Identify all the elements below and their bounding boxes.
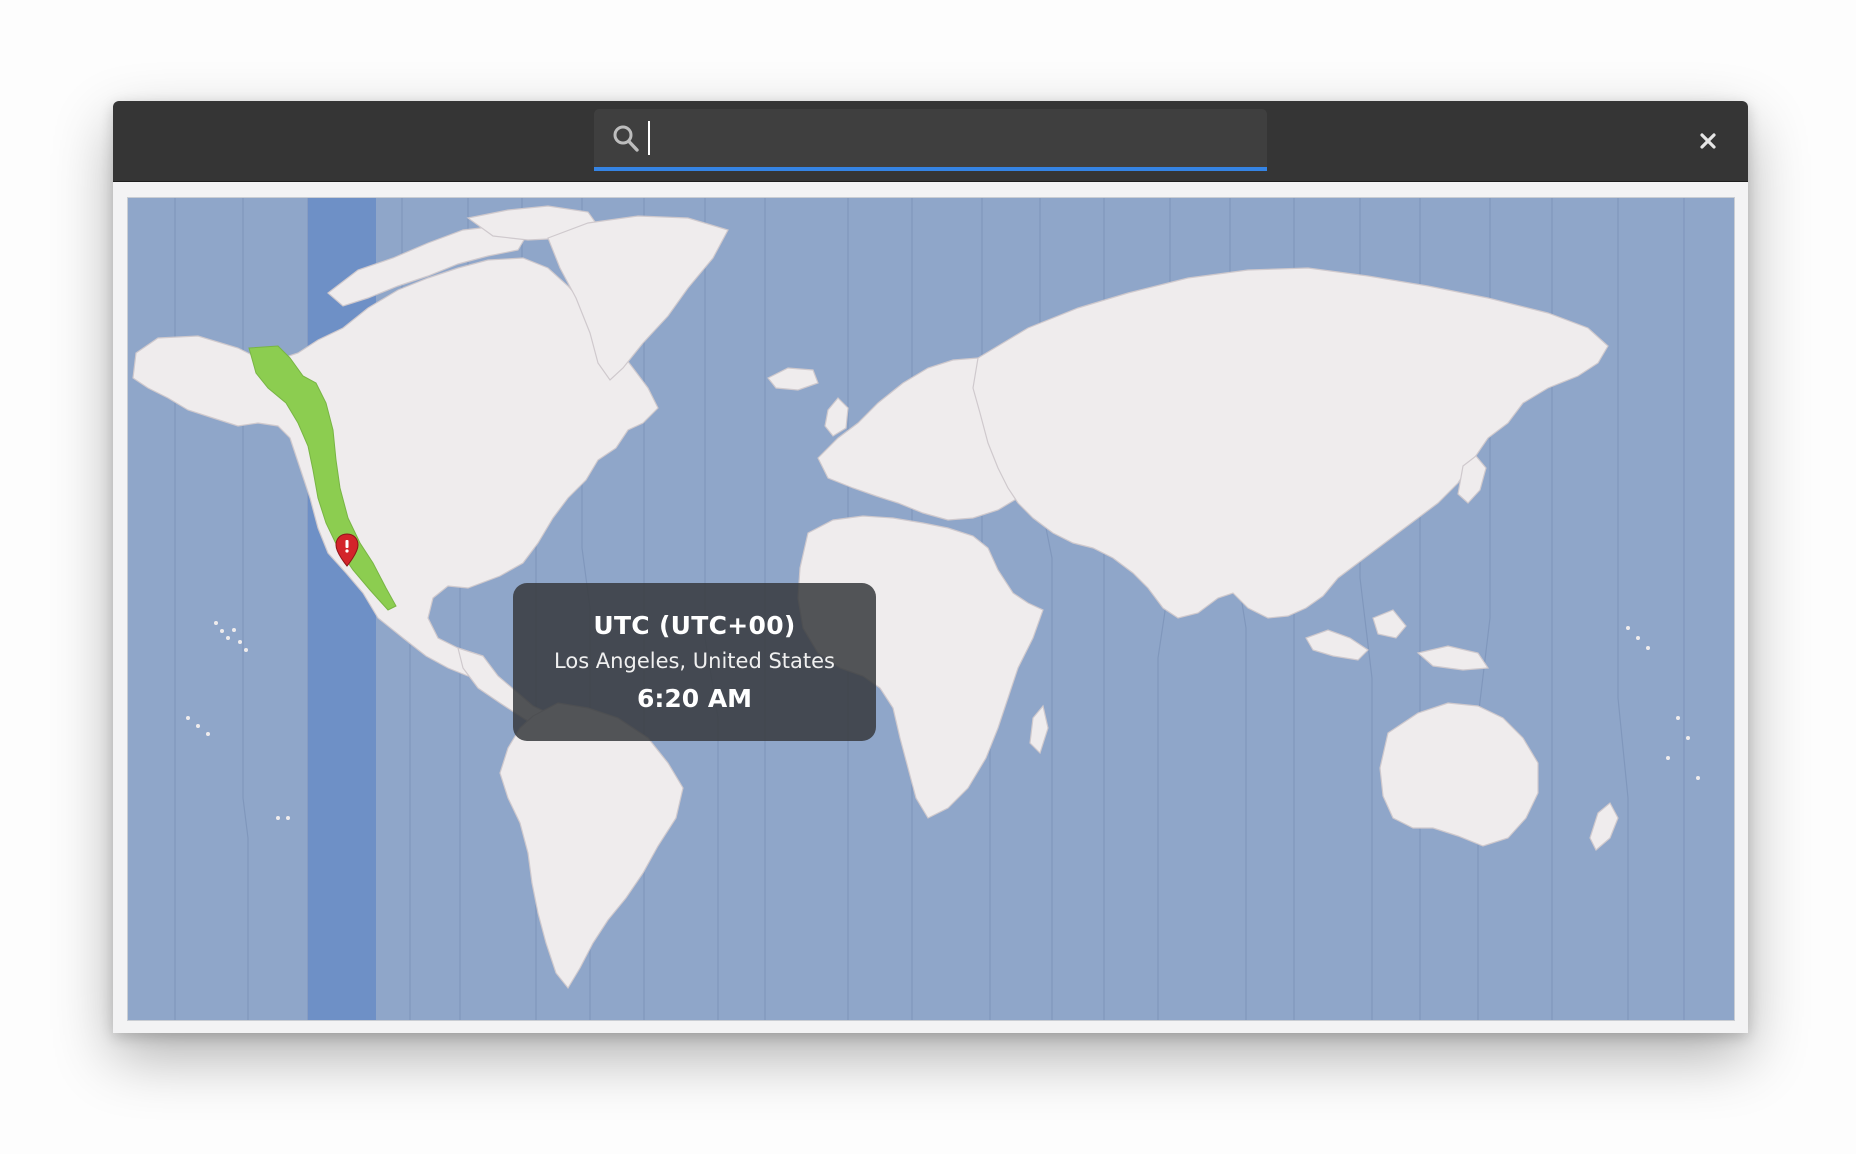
- close-icon[interactable]: [1690, 123, 1726, 159]
- tooltip-location: Los Angeles, United States: [554, 649, 835, 673]
- search-box[interactable]: [594, 109, 1267, 171]
- search-input[interactable]: [652, 109, 1256, 169]
- search-icon: [613, 125, 639, 152]
- header-bar: [113, 101, 1748, 182]
- timezone-map[interactable]: UTC (UTC+00) Los Angeles, United States …: [127, 197, 1735, 1021]
- map-pin-icon[interactable]: [335, 533, 359, 567]
- timezone-tooltip: UTC (UTC+00) Los Angeles, United States …: [513, 583, 876, 741]
- text-caret: [648, 121, 650, 155]
- tooltip-time: 6:20 AM: [636, 684, 753, 713]
- world-map[interactable]: [128, 198, 1734, 1020]
- tooltip-timezone: UTC (UTC+00): [593, 611, 796, 640]
- timezone-dialog: UTC (UTC+00) Los Angeles, United States …: [113, 101, 1748, 1033]
